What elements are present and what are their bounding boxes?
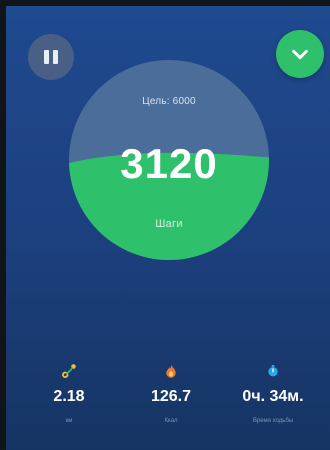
stats-row: 2.18 км 126.7 Ккал 0ч. 34м. Время ходьбы <box>6 362 330 442</box>
duration-label: Время ходьбы <box>252 418 294 424</box>
goal-label: Цель: 6000 <box>142 96 196 107</box>
distance-stat: 2.18 км <box>14 362 124 424</box>
step-progress-gauge: Цель: 6000 3120 Шаги <box>69 60 269 260</box>
duration-value: 0ч. 34м. <box>242 388 304 405</box>
distance-label: км <box>65 418 73 424</box>
duration-stat: 0ч. 34м. Время ходьбы <box>218 362 328 424</box>
check-icon <box>292 49 308 60</box>
distance-value: 2.18 <box>53 388 85 405</box>
steps-unit: Шаги <box>155 218 183 230</box>
flame-icon <box>116 362 226 380</box>
confirm-button[interactable] <box>276 30 324 78</box>
steps-count: 3120 <box>120 140 218 187</box>
pedometer-screen: Цель: 6000 3120 Шаги 2.18 км 126.7 Ккал … <box>6 6 330 450</box>
calories-label: Ккал <box>164 418 178 424</box>
app-frame: Цель: 6000 3120 Шаги 2.18 км 126.7 Ккал … <box>0 0 330 450</box>
timer-icon <box>218 362 328 380</box>
calories-value: 126.7 <box>150 388 192 405</box>
route-icon <box>14 362 124 380</box>
pause-icon <box>42 50 60 64</box>
calories-stat: 126.7 Ккал <box>116 362 226 424</box>
pause-button[interactable] <box>28 34 74 80</box>
